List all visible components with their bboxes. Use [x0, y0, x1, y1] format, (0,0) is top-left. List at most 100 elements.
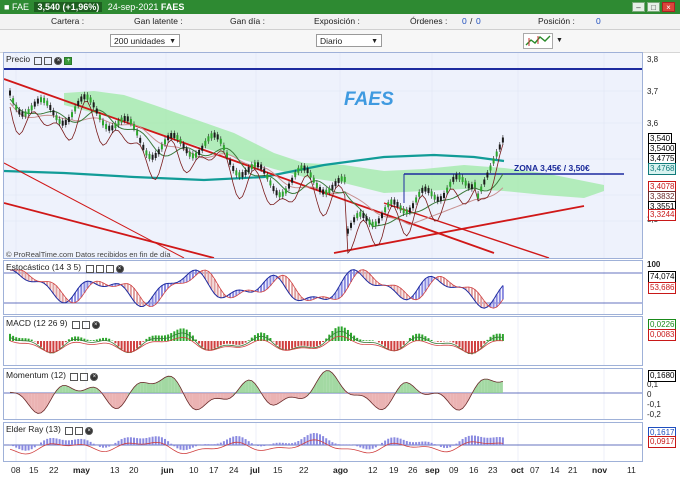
momentum-fill	[22, 393, 26, 401]
candle-body	[27, 108, 30, 114]
candle-body	[353, 217, 356, 223]
candle-body	[408, 207, 411, 213]
date-tick: 13	[110, 465, 120, 475]
candle-body	[470, 184, 473, 190]
units-select[interactable]: 200 unidades ▼	[110, 34, 180, 47]
maximize-button[interactable]: □	[647, 2, 660, 12]
candle-body	[139, 137, 142, 143]
app-icon: ■	[4, 2, 10, 12]
ordenes-value2[interactable]: 0	[476, 14, 481, 29]
candle-body	[278, 192, 281, 198]
chart-type-icon[interactable]	[523, 33, 553, 49]
candle-body	[315, 182, 318, 188]
momentum-fill	[214, 393, 218, 399]
elder-ray-panel-label: Elder Ray (13) ×	[6, 424, 94, 435]
macd-histogram-bar	[399, 341, 402, 348]
candle-body	[15, 104, 18, 110]
momentum-fill	[481, 379, 485, 393]
window-icon[interactable]	[81, 320, 90, 329]
candle-body	[195, 152, 197, 158]
close-window-button[interactable]: ×	[662, 2, 675, 12]
ordenes-value[interactable]: 0	[462, 14, 467, 29]
macd-histogram-bar	[52, 341, 55, 354]
settings-wrench-icon[interactable]	[85, 264, 94, 273]
value-tag: 3,3244	[648, 209, 677, 221]
window-icon[interactable]	[95, 264, 104, 273]
copy-icon[interactable]	[105, 264, 114, 273]
candle-body	[133, 123, 135, 129]
ticker: FAE	[11, 2, 29, 12]
window-icon[interactable]	[75, 426, 84, 435]
settings-wrench-icon[interactable]	[65, 426, 74, 435]
candle-body	[384, 207, 387, 213]
macd-histogram-bar	[222, 341, 225, 345]
macd-histogram-bar	[247, 340, 250, 341]
date-tick: 22	[49, 465, 59, 475]
close-icon[interactable]: ×	[54, 56, 63, 65]
add-icon[interactable]: +	[64, 56, 73, 65]
candle-body	[216, 134, 219, 140]
candle-body	[275, 190, 278, 196]
settings-wrench-icon[interactable]	[70, 372, 79, 381]
macd-histogram-bar	[136, 341, 139, 349]
date-tick: 15	[29, 465, 39, 475]
elder-ray-chart[interactable]	[4, 423, 642, 461]
candle-body	[405, 209, 408, 215]
candle-body	[201, 145, 204, 151]
date-axis: 08 15 22 may 13 20 jun 10 17 24 jul 15 22 ago 12 19 26 se…	[3, 463, 643, 479]
momentum-fill	[62, 385, 66, 393]
momentum-fill	[220, 393, 224, 400]
settings-wrench-icon[interactable]	[34, 56, 43, 65]
gan-dia-label: Gan día :	[230, 16, 265, 26]
settings-wrench-icon[interactable]	[71, 320, 80, 329]
candle-body	[421, 187, 424, 193]
macd-histogram-bar	[86, 339, 89, 341]
macd-histogram-bar	[393, 341, 396, 351]
macd-histogram-bar	[402, 341, 405, 345]
window-icon[interactable]	[44, 56, 53, 65]
candle-body	[346, 228, 349, 234]
momentum-fill	[475, 383, 479, 393]
candle-body	[297, 167, 300, 173]
candle-body	[185, 148, 188, 154]
candle-body	[173, 132, 176, 138]
momentum-chart[interactable]	[4, 369, 642, 419]
macd-histogram-bar	[477, 341, 480, 351]
candle-body	[129, 119, 132, 125]
candle-body	[480, 186, 483, 192]
candle-body	[207, 136, 210, 142]
macd-histogram-bar	[129, 341, 132, 353]
candle-body	[12, 98, 15, 104]
posicion-value[interactable]: 0	[596, 14, 601, 29]
value-tag: 0,0917	[648, 436, 677, 448]
value-tag: 53,686	[648, 282, 677, 294]
momentum-fill	[406, 382, 410, 393]
macd-histogram-bar	[95, 339, 98, 341]
macd-histogram-bar	[368, 340, 371, 341]
momentum-fill	[90, 387, 94, 393]
close-icon[interactable]: ×	[115, 264, 124, 273]
period-select[interactable]: Diario ▼	[316, 34, 382, 47]
momentum-fill	[465, 393, 469, 405]
close-icon[interactable]: ×	[91, 320, 100, 329]
macd-histogram-bar	[362, 340, 365, 341]
chevron-down-icon[interactable]: ▼	[556, 37, 563, 44]
candle-body	[294, 172, 297, 178]
candle-body	[77, 100, 80, 106]
candle-body	[359, 211, 362, 217]
date-tick: sep	[425, 465, 440, 475]
minimize-button[interactable]: –	[632, 2, 645, 12]
macd-histogram-bar	[337, 326, 340, 341]
date-tick: 10	[189, 465, 199, 475]
candle-body	[164, 139, 166, 145]
candle-body	[40, 97, 42, 103]
window-icon[interactable]	[80, 372, 89, 381]
momentum-fill	[375, 393, 379, 410]
date-tick: 09	[449, 465, 459, 475]
close-icon[interactable]: ×	[85, 426, 94, 435]
macd-histogram-bar	[120, 341, 123, 350]
candle-body	[154, 153, 157, 159]
candle-body	[148, 153, 151, 159]
price-chart[interactable]	[4, 53, 642, 258]
close-icon[interactable]: ×	[90, 372, 99, 381]
